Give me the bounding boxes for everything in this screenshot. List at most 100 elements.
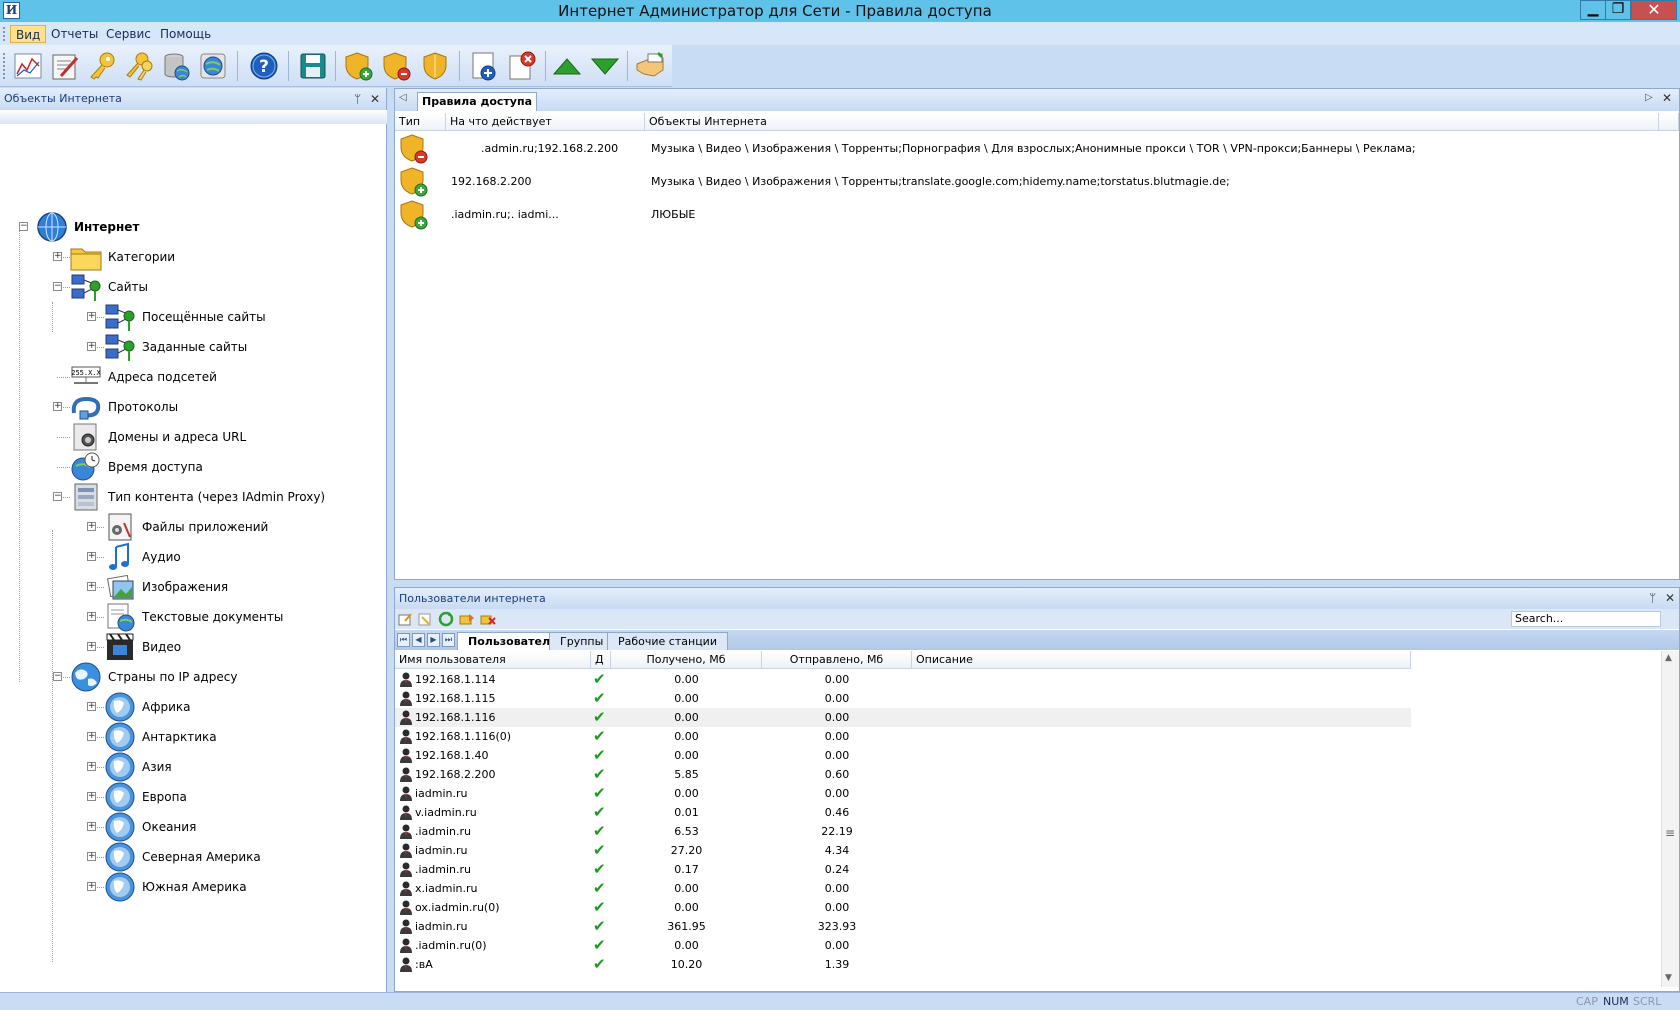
help-icon[interactable]: ? xyxy=(248,50,280,82)
tree-item-label[interactable]: Аудио xyxy=(142,543,181,571)
tree-item-label[interactable]: Видео xyxy=(142,633,181,661)
user-row[interactable]: x.iadmin.ru ✔ 0.00 0.00 xyxy=(395,879,1411,898)
tree-item-label[interactable]: Африка xyxy=(142,693,191,721)
delete-item-icon[interactable] xyxy=(506,50,538,82)
tree-expander-icon[interactable]: + xyxy=(87,612,96,621)
tree-expander-icon[interactable]: + xyxy=(87,882,96,891)
report-edit-icon[interactable] xyxy=(49,50,81,82)
rule-row[interactable]: .iadmin.ru;. iadmi... ЛЮБЫЕ xyxy=(395,198,1679,231)
column-description[interactable]: Описание xyxy=(912,651,1411,669)
user-row[interactable]: .iadmin.ru ✔ 6.53 22.19 xyxy=(395,822,1411,841)
tree-expander-icon[interactable]: + xyxy=(87,732,96,741)
key-icon[interactable] xyxy=(86,50,118,82)
tab-scroll-right-icon[interactable]: ▷ xyxy=(1645,92,1653,103)
tab-access-rules[interactable]: Правила доступа xyxy=(417,92,537,111)
user-row[interactable]: iadmin.ru ✔ 361.95 323.93 xyxy=(395,917,1411,936)
scroll-up-icon[interactable]: ▲ xyxy=(1665,653,1672,663)
tree-item-label[interactable]: Океания xyxy=(142,813,196,841)
menu-service[interactable]: Сервис xyxy=(101,25,156,43)
move-down-icon[interactable] xyxy=(589,50,621,82)
user-row[interactable]: v.iadmin.ru ✔ 0.01 0.46 xyxy=(395,803,1411,822)
search-input[interactable]: Search... xyxy=(1511,611,1661,627)
move-up-icon[interactable] xyxy=(551,50,583,82)
user-edit-icon[interactable] xyxy=(397,611,413,627)
user-row[interactable]: ox.iadmin.ru(0) ✔ 0.00 0.00 xyxy=(395,898,1411,917)
user-row[interactable]: 192.168.1.114 ✔ 0.00 0.00 xyxy=(395,670,1411,689)
last-icon[interactable]: ⏭ xyxy=(442,633,455,647)
user-row[interactable]: .iadmin.ru ✔ 0.17 0.24 xyxy=(395,860,1411,879)
tree-item-label[interactable]: Европа xyxy=(142,783,187,811)
user-row[interactable]: iadmin.ru ✔ 0.00 0.00 xyxy=(395,784,1411,803)
tree-item-label[interactable]: Интернет xyxy=(74,213,139,241)
pin-icon[interactable]: ᛘ xyxy=(1649,588,1656,609)
user-row[interactable]: :вА ✔ 10.20 1.39 xyxy=(395,955,1411,974)
menu-reports[interactable]: Отчеты xyxy=(46,25,103,43)
tab-workstations[interactable]: Рабочие станции xyxy=(607,632,728,650)
tree-expander-icon[interactable]: + xyxy=(87,762,96,771)
keys-icon[interactable] xyxy=(123,50,155,82)
user-row[interactable]: 192.168.2.200 ✔ 5.85 0.60 xyxy=(395,765,1411,784)
column-target[interactable]: На что действует xyxy=(446,113,645,131)
tree-item-label[interactable]: Южная Америка xyxy=(142,873,247,901)
tree-expander-icon[interactable]: + xyxy=(87,792,96,801)
tree-expander-icon[interactable]: + xyxy=(53,402,62,411)
tree-item-label[interactable]: Азия xyxy=(142,753,172,781)
next-icon[interactable]: ▶ xyxy=(427,633,440,647)
close-button[interactable]: ✕ xyxy=(1631,0,1677,20)
user-row[interactable]: 192.168.1.115 ✔ 0.00 0.00 xyxy=(395,689,1411,708)
tree-item-label[interactable]: Файлы приложений xyxy=(142,513,268,541)
tree-item-label[interactable]: Северная Америка xyxy=(142,843,261,871)
close-tab-icon[interactable]: ✕ xyxy=(1662,91,1672,105)
shield-remove-icon[interactable] xyxy=(381,50,413,82)
database-globe-icon[interactable] xyxy=(160,50,192,82)
handshake-icon[interactable] xyxy=(634,50,666,82)
tree-item-label[interactable]: Посещённые сайты xyxy=(142,303,266,331)
tree-item-label[interactable]: Домены и адреса URL xyxy=(108,423,246,451)
restore-button[interactable]: ❐ xyxy=(1605,0,1631,20)
tree-expander-icon[interactable]: − xyxy=(53,282,62,291)
column-internet-objects[interactable]: Объекты Интернета xyxy=(645,113,1659,131)
user-row[interactable]: iadmin.ru ✔ 27.20 4.34 xyxy=(395,841,1411,860)
tree-expander-icon[interactable]: − xyxy=(19,222,28,231)
tree-expander-icon[interactable]: + xyxy=(87,582,96,591)
column-sent[interactable]: Отправлено, Мб xyxy=(762,651,912,669)
tree-expander-icon[interactable]: + xyxy=(87,822,96,831)
tree-item-label[interactable]: Тип контента (через IAdmin Proxy) xyxy=(108,483,325,511)
tree-item-label[interactable]: Изображения xyxy=(142,573,228,601)
tab-scroll-left-icon[interactable]: ◁ xyxy=(399,92,407,103)
tree-item-label[interactable]: Заданные сайты xyxy=(142,333,247,361)
tree-expander-icon[interactable]: + xyxy=(53,252,62,261)
menu-view[interactable]: Вид xyxy=(10,25,47,43)
move-folder-icon[interactable] xyxy=(459,611,475,627)
tree-expander-icon[interactable]: + xyxy=(87,522,96,531)
scroll-grip-icon[interactable]: ≡ xyxy=(1665,826,1675,840)
delete-users-icon[interactable] xyxy=(480,611,496,627)
first-icon[interactable]: ⏮ xyxy=(397,633,410,647)
user-row[interactable]: 192.168.1.40 ✔ 0.00 0.00 xyxy=(395,746,1411,765)
column-access[interactable]: Д xyxy=(591,651,611,669)
tree-item-label[interactable]: Сайты xyxy=(108,273,148,301)
column-user-name[interactable]: Имя пользователя xyxy=(395,651,591,669)
user-row[interactable]: 192.168.1.116 ✔ 0.00 0.00 xyxy=(395,708,1411,727)
menu-help[interactable]: Помощь xyxy=(155,25,216,43)
close-panel-icon[interactable]: ✕ xyxy=(1665,588,1675,609)
tree-item-label[interactable]: Антарктика xyxy=(142,723,217,751)
user-new-icon[interactable] xyxy=(417,611,433,627)
tree-item-label[interactable]: Категории xyxy=(108,243,175,271)
scroll-down-icon[interactable]: ▼ xyxy=(1665,973,1672,983)
column-received[interactable]: Получено, Мб xyxy=(611,651,762,669)
user-row[interactable]: .iadmin.ru(0) ✔ 0.00 0.00 xyxy=(395,936,1411,955)
tree-expander-icon[interactable]: − xyxy=(53,492,62,501)
tree-item-label[interactable]: Страны по IP адресу xyxy=(108,663,237,691)
rule-row[interactable]: 192.168.2.200 Музыка \ Видео \ Изображени… xyxy=(395,165,1679,198)
tab-groups[interactable]: Группы xyxy=(549,632,615,650)
user-row[interactable]: 192.168.1.116(0) ✔ 0.00 0.00 xyxy=(395,727,1411,746)
tree-item-label[interactable]: Протоколы xyxy=(108,393,178,421)
shield-icon[interactable] xyxy=(419,50,451,82)
traffic-chart-icon[interactable] xyxy=(12,50,44,82)
shield-add-icon[interactable] xyxy=(343,50,375,82)
refresh-icon[interactable] xyxy=(438,611,454,627)
tree-item-label[interactable]: Адреса подсетей xyxy=(108,363,217,391)
new-item-icon[interactable] xyxy=(468,50,500,82)
rule-row[interactable]: .admin.ru;192.168.2.200 Музыка \ Видео \ … xyxy=(395,132,1679,165)
